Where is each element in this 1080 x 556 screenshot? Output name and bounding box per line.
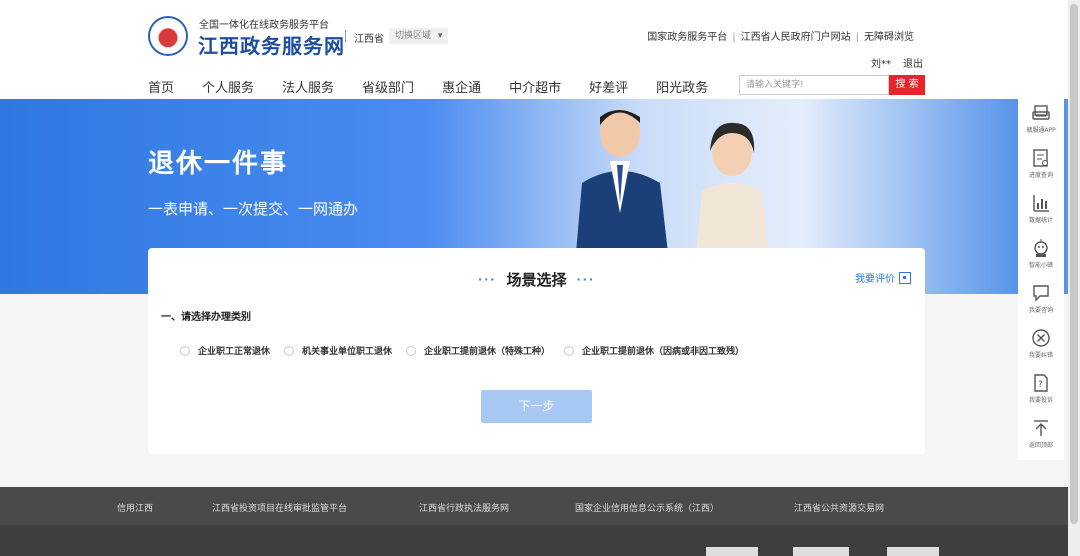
option-normal-retirement[interactable]: 企业职工正常退休 xyxy=(180,344,270,357)
option-early-retirement-special[interactable]: 企业职工提前退休（特殊工种） xyxy=(406,344,550,357)
option-label: 机关事业单位职工退休 xyxy=(302,347,393,357)
sidebar-item-statistics[interactable]: 数据统计 xyxy=(1018,193,1064,224)
switch-region-dropdown[interactable]: 切换区域 ▾ xyxy=(389,28,449,44)
banner-subtitle: 一表申请、一次提交、一网通办 xyxy=(148,200,359,218)
footer-bottom xyxy=(0,525,1068,556)
elderly-woman-illustration xyxy=(696,122,768,253)
top-links: 国家政务服务平台 | 江西省人民政府门户网站 | 无障碍浏览 xyxy=(647,28,914,43)
search-button[interactable]: 搜 索 xyxy=(889,75,925,95)
sidebar-item-back-to-top[interactable]: 返回顶部 xyxy=(1018,418,1064,449)
divider xyxy=(345,30,346,42)
sidebar-item-label: 智能小赣 xyxy=(1028,262,1053,269)
search-input[interactable]: 请输入关键字! xyxy=(739,75,889,95)
category-options: 企业职工正常退休 机关事业单位职工退休 企业职工提前退休（特殊工种） 企业职工提… xyxy=(180,344,758,357)
link-provincial-portal[interactable]: 江西省人民政府门户网站 xyxy=(741,32,851,43)
footer-badge[interactable] xyxy=(793,547,849,556)
sidebar-item-correction[interactable]: 我要纠错 xyxy=(1018,328,1064,359)
option-label: 企业职工提前退休（因病或非因工致残） xyxy=(582,347,745,357)
link-national-platform[interactable]: 国家政务服务平台 xyxy=(647,32,727,43)
sidebar-item-label: 数据统计 xyxy=(1028,217,1053,224)
footer-link-law-enforcement[interactable]: 江西省行政执法服务网 xyxy=(419,501,509,514)
site-footer: 信用江西 江西省投资项目在线审批监管平台 江西省行政执法服务网 国家企业信用信息… xyxy=(0,487,1068,556)
footer-link-credit-publicity[interactable]: 国家企业信用信息公示系统（江西） xyxy=(575,501,719,514)
sidebar-item-robot[interactable]: 智能小赣 xyxy=(1018,238,1064,269)
divider: | xyxy=(732,32,736,43)
sidebar-item-label: 返回顶部 xyxy=(1028,442,1053,449)
error-correction-icon xyxy=(1032,329,1050,347)
banner-title: 退休一件事 xyxy=(148,149,289,179)
qr-code-icon xyxy=(899,271,911,284)
scene-selection-card: ··· 场景选择 ··· 我要评价 一、请选择办理类别 企业职工正常退休 机关事业单… xyxy=(148,248,925,454)
sidebar-item-label: 我要咨询 xyxy=(1028,307,1053,314)
sidebar-item-app[interactable]: 赣服通APP xyxy=(1018,103,1064,134)
option-institution-retirement[interactable]: 机关事业单位职工退休 xyxy=(284,344,392,357)
svg-text:?: ? xyxy=(1038,380,1043,390)
phone-app-icon xyxy=(1032,105,1050,120)
link-accessibility[interactable]: 无障碍浏览 xyxy=(864,32,914,43)
logout-link[interactable]: 退出 xyxy=(903,55,923,70)
switch-region-label: 切换区域 xyxy=(395,31,432,41)
page-scrollbar[interactable] xyxy=(1068,0,1080,556)
platform-title[interactable]: 江西政务服务网 xyxy=(198,30,345,59)
nav-huiqitong[interactable]: 惠企通 xyxy=(442,77,481,96)
evaluate-link[interactable]: 我要评价 xyxy=(855,270,911,285)
nav-agency-market[interactable]: 中介超市 xyxy=(509,77,561,96)
nav-evaluation[interactable]: 好差评 xyxy=(589,77,628,96)
statistics-icon xyxy=(1033,195,1049,212)
chevron-down-icon: ▾ xyxy=(437,31,443,41)
complaint-icon: ? xyxy=(1034,374,1048,392)
site-header: 全国一体化在线政务服务平台 江西政务服务网 江西省 切换区域 ▾ 国家政务服务平… xyxy=(0,0,1068,99)
nav-personal-services[interactable]: 个人服务 xyxy=(202,77,254,96)
sidebar-item-label: 我要纠错 xyxy=(1028,352,1053,359)
right-sidebar: 赣服通APP 进度查询 数据统计 智能小赣 我要咨询 我要纠错 ? 我要投诉 返… xyxy=(1018,99,1064,460)
decorative-dots: ··· xyxy=(477,273,497,286)
progress-query-icon xyxy=(1033,149,1048,167)
robot-icon xyxy=(1034,239,1048,257)
footer-link-credit-jiangxi[interactable]: 信用江西 xyxy=(117,501,153,514)
site-logo[interactable] xyxy=(148,16,188,56)
sidebar-item-progress[interactable]: 进度查询 xyxy=(1018,148,1064,179)
sidebar-item-consult[interactable]: 我要咨询 xyxy=(1018,283,1064,314)
user-name[interactable]: 刘** xyxy=(871,55,891,70)
next-step-button[interactable]: 下一步 xyxy=(481,390,592,423)
main-nav: 首页 个人服务 法人服务 省级部门 惠企通 中介超市 好差评 阳光政务 xyxy=(148,77,736,96)
nav-home[interactable]: 首页 xyxy=(148,77,174,96)
radio-button[interactable] xyxy=(564,345,575,356)
decorative-dots: ··· xyxy=(576,273,596,286)
footer-link-investment-platform[interactable]: 江西省投资项目在线审批监管平台 xyxy=(212,501,347,514)
sidebar-item-label: 赣服通APP xyxy=(1026,127,1056,134)
option-early-retirement-illness[interactable]: 企业职工提前退休（因病或非因工致残） xyxy=(564,344,744,357)
businessman-illustration xyxy=(576,109,668,253)
radio-button[interactable] xyxy=(284,345,295,356)
nav-legal-person-services[interactable]: 法人服务 xyxy=(282,77,334,96)
scene-title-row: ··· 场景选择 ··· xyxy=(148,269,925,290)
back-to-top-icon xyxy=(1034,420,1048,436)
scrollbar-thumb[interactable] xyxy=(1070,4,1078,524)
nav-provincial-departments[interactable]: 省级部门 xyxy=(362,77,414,96)
platform-subtitle: 全国一体化在线政务服务平台 xyxy=(199,20,329,31)
sidebar-item-label: 进度查询 xyxy=(1028,172,1053,179)
radio-button[interactable] xyxy=(406,345,417,356)
nav-sunshine-government[interactable]: 阳光政务 xyxy=(656,77,708,96)
sidebar-item-label: 我要投诉 xyxy=(1028,397,1053,404)
sidebar-item-complaint[interactable]: ? 我要投诉 xyxy=(1018,373,1064,404)
radio-button[interactable] xyxy=(180,345,190,356)
option-label: 企业职工正常退休 xyxy=(198,347,271,357)
divider: | xyxy=(855,32,859,43)
evaluate-label: 我要评价 xyxy=(855,274,895,285)
option-label: 企业职工提前退休（特殊工种） xyxy=(424,347,551,357)
footer-badge[interactable] xyxy=(706,547,758,556)
consult-icon xyxy=(1033,285,1049,302)
current-province: 江西省 xyxy=(354,34,384,45)
footer-link-public-resources[interactable]: 江西省公共资源交易网 xyxy=(794,501,884,514)
footer-badge[interactable] xyxy=(887,547,939,556)
scene-title: 场景选择 xyxy=(506,271,567,289)
section-label: 一、请选择办理类别 xyxy=(161,312,251,323)
